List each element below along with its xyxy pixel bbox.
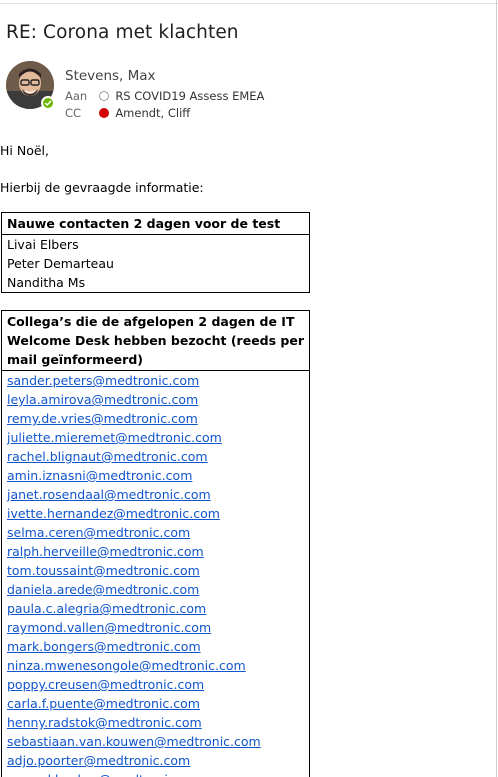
- cc-recipient[interactable]: Amendt, Cliff: [115, 106, 190, 120]
- email-link[interactable]: carla.f.puente@medtronic.com: [7, 696, 200, 711]
- contact-name: Peter Demarteau: [1, 254, 310, 273]
- email-cell: paula.c.alegria@medtronic.com: [1, 599, 310, 618]
- contact-name: Nanditha Ms: [1, 273, 310, 293]
- email-link[interactable]: raymond.vallen@medtronic.com: [7, 620, 211, 635]
- top-bar: [0, 0, 498, 4]
- table-row: henny.radstok@medtronic.com: [1, 713, 310, 732]
- to-row: Aan RS COVID19 Assess EMEA: [65, 89, 264, 103]
- email-link[interactable]: adjo.poorter@medtronic.com: [7, 753, 190, 768]
- email-cell: sander.peters@medtronic.com: [1, 370, 310, 390]
- email-cell: sebastiaan.van.kouwen@medtronic.com: [1, 732, 310, 751]
- email-cell: daniela.arede@medtronic.com: [1, 580, 310, 599]
- email-cell: ivette.hernandez@medtronic.com: [1, 504, 310, 523]
- presence-offline-icon: [98, 91, 109, 101]
- email-link[interactable]: poppy.creusen@medtronic.com: [7, 677, 204, 692]
- email-link[interactable]: remy.de.vries@medtronic.com: [7, 411, 198, 426]
- table-row: rachel.blignaut@medtronic.com: [1, 447, 310, 466]
- table-row: amin.iznasni@medtronic.com: [1, 466, 310, 485]
- pane-divider: [496, 0, 497, 777]
- table-row: Livai Elbers: [1, 234, 310, 254]
- email-cell: raymond.vallen@medtronic.com: [1, 618, 310, 637]
- to-recipient[interactable]: RS COVID19 Assess EMEA: [115, 89, 264, 103]
- contact-name: Livai Elbers: [1, 234, 310, 254]
- email-cell: adjo.poorter@medtronic.com: [1, 751, 310, 770]
- email-link[interactable]: tom.toussaint@medtronic.com: [7, 563, 200, 578]
- email-link[interactable]: amin.iznasni@medtronic.com: [7, 468, 192, 483]
- table-row: Peter Demarteau: [1, 254, 310, 273]
- sender-name[interactable]: Stevens, Max: [65, 68, 156, 84]
- table-row: paula.c.alegria@medtronic.com: [1, 599, 310, 618]
- table-row: juliette.mieremet@medtronic.com: [1, 428, 310, 447]
- email-intro: Hierbij de gevraagde informatie:: [0, 180, 204, 195]
- cc-label: CC: [65, 106, 82, 120]
- email-link[interactable]: sander.peters@medtronic.com: [7, 373, 199, 388]
- presence-busy-icon: [98, 108, 109, 118]
- email-cell: tom.toussaint@medtronic.com: [1, 561, 310, 580]
- email-link[interactable]: ninza.mwenesongole@medtronic.com: [7, 658, 246, 673]
- visitors-table-header: Collega’s die de afgelopen 2 dagen de IT…: [1, 310, 310, 371]
- table-row: remy.de.vries@medtronic.com: [1, 409, 310, 428]
- email-cell: henny.radstok@medtronic.com: [1, 713, 310, 732]
- email-link[interactable]: henny.radstok@medtronic.com: [7, 715, 202, 730]
- table-row: janet.rosendaal@medtronic.com: [1, 485, 310, 504]
- email-link[interactable]: sebastiaan.van.kouwen@medtronic.com: [7, 734, 261, 749]
- email-cell: poppy.creusen@medtronic.com: [1, 675, 310, 694]
- email-cell: carla.f.puente@medtronic.com: [1, 694, 310, 713]
- email-link[interactable]: ivette.hernandez@medtronic.com: [7, 506, 220, 521]
- contacts-table-header: Nauwe contacten 2 dagen voor de test: [1, 212, 310, 235]
- email-cell: amin.iznasni@medtronic.com: [1, 466, 310, 485]
- email-subject: RE: Corona met klachten: [6, 22, 239, 43]
- email-cell: rachel.blignaut@medtronic.com: [1, 447, 310, 466]
- visitors-table: Collega’s die de afgelopen 2 dagen de IT…: [1, 310, 310, 777]
- email-link[interactable]: leyla.amirova@medtronic.com: [7, 392, 198, 407]
- table-row: tom.toussaint@medtronic.com: [1, 561, 310, 580]
- email-greeting: Hi Noël,: [0, 143, 49, 158]
- email-link[interactable]: janet.rosendaal@medtronic.com: [7, 487, 211, 502]
- email-link[interactable]: ralph.herveille@medtronic.com: [7, 544, 204, 559]
- email-cell: arnoud.backus@medtronic.com: [1, 770, 310, 777]
- email-link[interactable]: arnoud.backus@medtronic.com: [7, 772, 205, 777]
- contacts-table: Nauwe contacten 2 dagen voor de test Liv…: [1, 212, 310, 293]
- email-cell: remy.de.vries@medtronic.com: [1, 409, 310, 428]
- table-row: ninza.mwenesongole@medtronic.com: [1, 656, 310, 675]
- table-row: arnoud.backus@medtronic.com: [1, 770, 310, 777]
- presence-available-icon: [41, 96, 55, 110]
- to-label: Aan: [65, 89, 88, 103]
- table-row: mark.bongers@medtronic.com: [1, 637, 310, 656]
- table-row: sebastiaan.van.kouwen@medtronic.com: [1, 732, 310, 751]
- table-row: ivette.hernandez@medtronic.com: [1, 504, 310, 523]
- email-cell: ralph.herveille@medtronic.com: [1, 542, 310, 561]
- table-row: adjo.poorter@medtronic.com: [1, 751, 310, 770]
- table-row: sander.peters@medtronic.com: [1, 370, 310, 390]
- email-cell: selma.ceren@medtronic.com: [1, 523, 310, 542]
- email-cell: ninza.mwenesongole@medtronic.com: [1, 656, 310, 675]
- cc-row: CC Amendt, Cliff: [65, 106, 190, 120]
- table-row: raymond.vallen@medtronic.com: [1, 618, 310, 637]
- table-row: carla.f.puente@medtronic.com: [1, 694, 310, 713]
- email-link[interactable]: paula.c.alegria@medtronic.com: [7, 601, 206, 616]
- table-row: daniela.arede@medtronic.com: [1, 580, 310, 599]
- email-link[interactable]: selma.ceren@medtronic.com: [7, 525, 190, 540]
- email-cell: janet.rosendaal@medtronic.com: [1, 485, 310, 504]
- email-link[interactable]: juliette.mieremet@medtronic.com: [7, 430, 222, 445]
- table-row: Nanditha Ms: [1, 273, 310, 293]
- table-row: leyla.amirova@medtronic.com: [1, 390, 310, 409]
- email-cell: juliette.mieremet@medtronic.com: [1, 428, 310, 447]
- table-row: poppy.creusen@medtronic.com: [1, 675, 310, 694]
- table-row: selma.ceren@medtronic.com: [1, 523, 310, 542]
- email-link[interactable]: rachel.blignaut@medtronic.com: [7, 449, 208, 464]
- email-cell: leyla.amirova@medtronic.com: [1, 390, 310, 409]
- email-cell: mark.bongers@medtronic.com: [1, 637, 310, 656]
- email-link[interactable]: daniela.arede@medtronic.com: [7, 582, 199, 597]
- email-link[interactable]: mark.bongers@medtronic.com: [7, 639, 201, 654]
- table-row: ralph.herveille@medtronic.com: [1, 542, 310, 561]
